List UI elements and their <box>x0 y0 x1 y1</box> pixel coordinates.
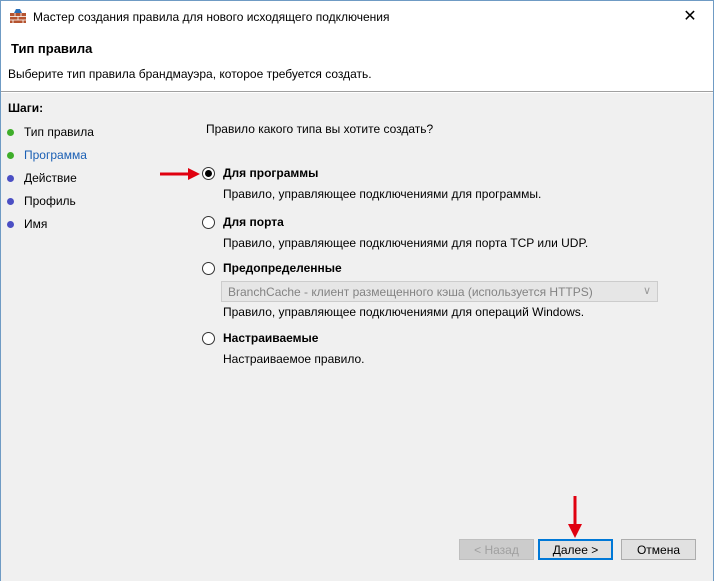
option-description: Настраиваемое правило. <box>223 352 365 366</box>
window-title: Мастер создания правила для нового исход… <box>33 10 390 24</box>
step-status-icon <box>7 197 14 205</box>
steps-heading: Шаги: <box>8 101 44 115</box>
step-label: Действие <box>24 171 77 185</box>
program-radio[interactable] <box>202 167 215 180</box>
step-label: Тип правила <box>24 125 94 139</box>
step-rule-type[interactable]: Тип правила <box>7 124 94 140</box>
page-description: Выберите тип правила брандмауэра, которо… <box>8 67 372 81</box>
select-value: BranchCache - клиент размещенного кэша (… <box>228 285 593 299</box>
annotation-arrow-down-icon <box>568 496 582 538</box>
custom-radio[interactable] <box>202 332 215 345</box>
step-profile[interactable]: Профиль <box>7 193 76 209</box>
option-label[interactable]: Предопределенные <box>223 261 342 275</box>
step-status-icon <box>7 128 14 136</box>
firewall-icon <box>10 9 26 23</box>
chevron-down-icon: ∨ <box>642 285 651 297</box>
step-label: Профиль <box>24 194 76 208</box>
wizard-body: Шаги: Тип правила Программа Действие Про… <box>1 93 713 581</box>
predefined-radio[interactable] <box>202 262 215 275</box>
back-button[interactable]: < Назад <box>459 539 534 560</box>
option-label[interactable]: Настраиваемые <box>223 331 318 345</box>
next-button[interactable]: Далее > <box>538 539 613 560</box>
wizard-header: Тип правила Выберите тип правила брандма… <box>1 32 713 92</box>
close-button[interactable]: ✕ <box>667 1 713 31</box>
step-name[interactable]: Имя <box>7 216 47 232</box>
step-program[interactable]: Программа <box>7 147 87 163</box>
option-description: Правило, управляющее подключениями для п… <box>223 187 542 201</box>
close-icon: ✕ <box>683 8 697 25</box>
port-radio[interactable] <box>202 216 215 229</box>
option-description: Правило, управляющее подключениями для о… <box>223 305 585 319</box>
cancel-button[interactable]: Отмена <box>621 539 696 560</box>
annotation-arrow-right-icon <box>160 168 200 180</box>
step-status-icon <box>7 174 14 182</box>
wizard-window: Мастер создания правила для нового исход… <box>0 0 714 581</box>
step-label: Программа <box>24 148 87 162</box>
page-title: Тип правила <box>11 41 93 56</box>
step-label: Имя <box>24 217 48 231</box>
step-status-icon <box>7 151 14 159</box>
option-label[interactable]: Для порта <box>223 215 284 229</box>
option-label[interactable]: Для программы <box>223 166 318 180</box>
title-bar[interactable]: Мастер создания правила для нового исход… <box>1 1 713 32</box>
step-status-icon <box>7 220 14 228</box>
predefined-rule-select[interactable]: BranchCache - клиент размещенного кэша (… <box>221 281 658 302</box>
step-action[interactable]: Действие <box>7 170 77 186</box>
rule-type-question: Правило какого типа вы хотите создать? <box>206 122 434 136</box>
option-description: Правило, управляющее подключениями для п… <box>223 236 589 250</box>
